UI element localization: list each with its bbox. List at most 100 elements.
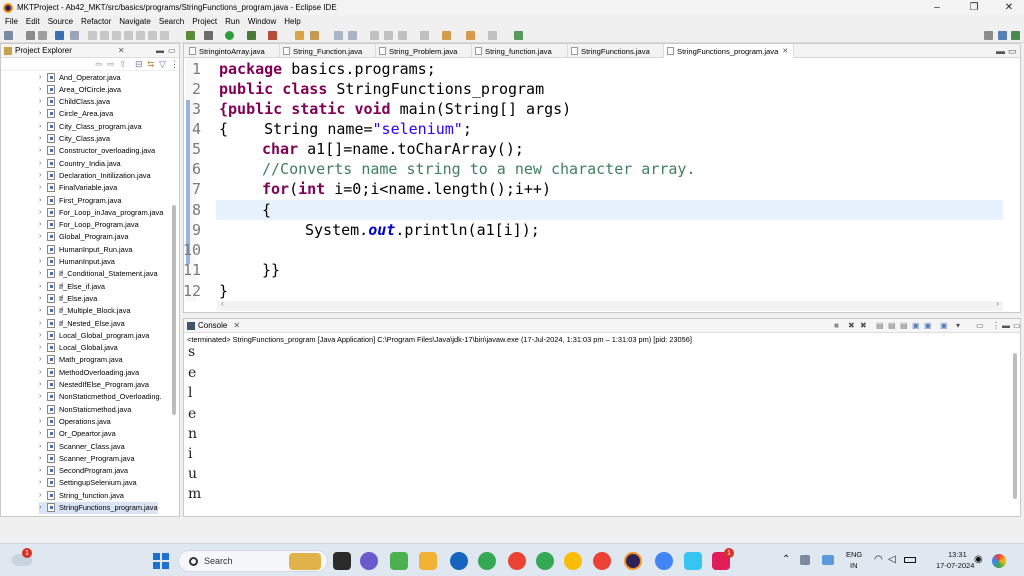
code-line-3[interactable]: {public static void main(String[] args) [219, 99, 571, 119]
tree-item[interactable]: › City_Class_program.java [39, 120, 142, 132]
code-line-2[interactable]: public class StringFunctions_program [219, 79, 544, 99]
expand-arrow-icon[interactable]: › [39, 233, 47, 240]
explorer-scrollbar[interactable] [172, 205, 176, 415]
tree-item[interactable]: › Math_program.java [39, 354, 123, 366]
chrome-fifth-icon[interactable] [655, 552, 673, 570]
tree-item[interactable]: › Constructor_overloading.java [39, 145, 155, 157]
remove-all-icon[interactable]: ✖ [860, 321, 867, 330]
debug-icon[interactable] [204, 31, 213, 40]
expand-arrow-icon[interactable]: › [39, 369, 47, 376]
tree-item[interactable]: › HumanInput_Run.java [39, 243, 133, 255]
collapse-all-icon[interactable]: ⊟ [135, 59, 143, 70]
pin-console-icon[interactable]: ▣ [940, 321, 948, 330]
open-console-icon[interactable]: ▭ [976, 321, 984, 330]
code-line-1[interactable]: package basics.programs; [219, 59, 436, 79]
minimize-button[interactable]: – [920, 0, 954, 15]
editor-horizontal-scrollbar[interactable]: ‹ › [217, 299, 1003, 311]
open-type-icon[interactable] [334, 31, 343, 40]
menu-window[interactable]: Window [248, 17, 276, 26]
console-scrollbar[interactable] [1013, 353, 1017, 499]
code-line-9[interactable]: System.out.println(a1[i]); [305, 220, 540, 240]
notification-bell-icon[interactable]: ◉ [974, 554, 983, 565]
new-java-project-icon[interactable] [295, 31, 304, 40]
link-editor-icon[interactable]: ⇆ [147, 59, 155, 70]
tree-item[interactable]: › Or_Opeartor.java [39, 428, 116, 440]
expand-arrow-icon[interactable]: › [39, 98, 47, 105]
terminate-icon[interactable] [112, 31, 121, 40]
expand-arrow-icon[interactable]: › [39, 344, 47, 351]
resume-icon[interactable] [88, 31, 97, 40]
suspend-icon[interactable] [100, 31, 109, 40]
clock-date[interactable]: 17-07-2024 [936, 561, 974, 570]
copilot-color-icon[interactable] [992, 554, 1006, 568]
pin-editor-icon[interactable] [514, 31, 523, 40]
code-line-6[interactable]: //Converts name string to a new characte… [262, 159, 695, 179]
menu-project[interactable]: Project [192, 17, 217, 26]
onedrive-icon[interactable] [822, 555, 834, 565]
tab-string-function-lower[interactable]: String_function.java [472, 44, 568, 58]
copilot-icon[interactable] [684, 552, 702, 570]
tree-item[interactable]: › ChildClass.java [39, 96, 110, 108]
last-edit-icon[interactable] [442, 31, 451, 40]
menu-refactor[interactable]: Refactor [81, 17, 111, 26]
tree-item[interactable]: › String_function.java [39, 489, 124, 501]
wifi-icon[interactable]: ◠ [874, 554, 883, 565]
external-tools-icon[interactable] [268, 31, 277, 40]
minimize-editor-icon[interactable]: ▬ [996, 46, 1005, 56]
tab-stringfunctions-program[interactable]: StringFunctions_program.java ✕ [664, 44, 794, 58]
tree-item[interactable]: › Global_Program.java [39, 231, 128, 243]
expand-arrow-icon[interactable]: › [39, 381, 47, 388]
chrome-third-icon[interactable] [564, 552, 582, 570]
java-perspective-icon[interactable] [998, 31, 1007, 40]
tree-item[interactable]: › MethodOverloading.java [39, 366, 139, 378]
expand-arrow-icon[interactable]: › [39, 74, 47, 81]
chrome-second-icon[interactable] [536, 552, 554, 570]
expand-arrow-icon[interactable]: › [39, 197, 47, 204]
expand-arrow-icon[interactable]: › [39, 406, 47, 413]
expand-arrow-icon[interactable]: › [39, 123, 47, 130]
menu-file[interactable]: File [5, 17, 18, 26]
minimize-console-icon[interactable]: ▬ [1002, 321, 1010, 330]
file-explorer-icon[interactable] [419, 552, 437, 570]
clock-time[interactable]: 13:31 [948, 550, 967, 559]
tab-stringfunctions[interactable]: StringFunctions.java [568, 44, 664, 58]
terminal-icon[interactable] [55, 31, 64, 40]
chat-icon[interactable] [360, 552, 378, 570]
tree-item[interactable]: › If_Else.java [39, 292, 97, 304]
chrome-fourth-icon[interactable] [593, 552, 611, 570]
project-explorer-title[interactable]: Project Explorer [15, 46, 72, 55]
tree-item[interactable]: › Country_India.java [39, 157, 121, 169]
expand-arrow-icon[interactable]: › [39, 86, 47, 93]
chrome-icon[interactable] [478, 552, 496, 570]
code-line-12[interactable]: } [219, 281, 228, 301]
maximize-editor-icon[interactable]: ▭ [1008, 46, 1017, 57]
close-view-icon[interactable]: ✕ [118, 46, 125, 55]
start-icon[interactable] [153, 553, 169, 569]
scroll-lock-icon[interactable]: ▤ [888, 321, 896, 330]
expand-arrow-icon[interactable]: › [39, 455, 47, 462]
menu-source[interactable]: Source [48, 17, 73, 26]
code-line-8[interactable]: { [262, 200, 271, 220]
close-console-icon[interactable]: ✕ [233, 321, 240, 330]
clear-console-icon[interactable]: ▤ [876, 321, 884, 330]
back-icon[interactable] [466, 31, 475, 40]
debug-perspective-icon[interactable] [1011, 31, 1020, 40]
maximize-console-icon[interactable]: ▭ [1013, 321, 1021, 330]
save-all-icon[interactable] [38, 31, 47, 40]
tab-string-problem[interactable]: String_Problem.java [376, 44, 472, 58]
tab-string-function[interactable]: String_Function.java [280, 44, 376, 58]
menu-help[interactable]: Help [284, 17, 300, 26]
expand-arrow-icon[interactable]: › [39, 135, 47, 142]
toggle-mark-icon[interactable] [370, 31, 379, 40]
expand-arrow-icon[interactable]: › [39, 246, 47, 253]
code-line-7[interactable]: for(int i=0;i<name.length();i++) [262, 179, 551, 199]
tree-item[interactable]: › City_Class.java [39, 133, 110, 145]
step-into-icon[interactable] [136, 31, 145, 40]
forward-icon[interactable] [488, 31, 497, 40]
console-title[interactable]: Console [198, 321, 227, 330]
expand-arrow-icon[interactable]: › [39, 160, 47, 167]
eclipse-taskbar-icon[interactable] [624, 552, 642, 570]
expand-arrow-icon[interactable]: › [39, 184, 47, 191]
forward-nav-icon[interactable]: ⇨ [107, 59, 115, 70]
show-on-error-icon[interactable]: ▣ [924, 321, 932, 330]
